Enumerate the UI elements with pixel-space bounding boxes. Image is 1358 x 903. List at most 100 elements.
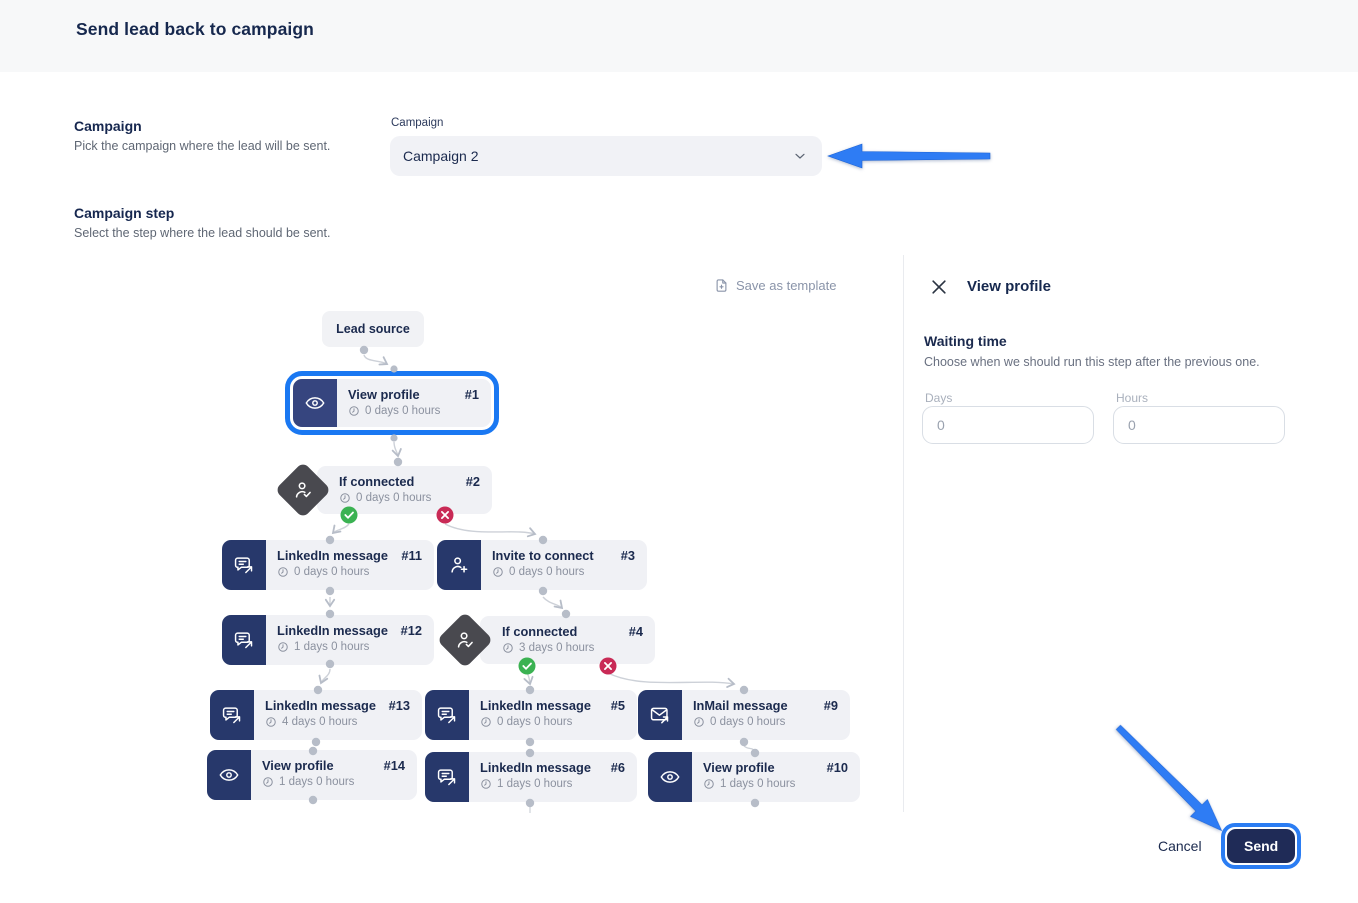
flow-node-linkedin-message-12[interactable]: LinkedIn message #12 1 days 0 hours <box>222 615 434 665</box>
cancel-button[interactable]: Cancel <box>1158 838 1202 854</box>
eye-icon <box>207 750 251 800</box>
flow-node-lead-source[interactable]: Lead source <box>322 311 424 347</box>
clock-icon <box>703 778 715 790</box>
node-number: #10 <box>827 760 848 775</box>
node-wait: 1 days 0 hours <box>497 778 572 790</box>
flow-panel-divider <box>903 255 904 812</box>
campaign-step-section-desc: Select the step where the lead should be… <box>74 226 330 240</box>
chat-arrow-icon <box>425 690 469 740</box>
node-number: #3 <box>621 548 635 563</box>
flow-node-linkedin-message-5[interactable]: LinkedIn message #5 0 days 0 hours <box>425 690 637 740</box>
node-title: View profile <box>703 760 775 775</box>
flow-node-invite-to-connect-3[interactable]: Invite to connect #3 0 days 0 hours <box>437 540 647 590</box>
clock-icon <box>265 716 277 728</box>
annotation-arrow-send <box>1108 717 1232 841</box>
campaign-select[interactable]: Campaign 2 <box>390 136 822 176</box>
node-number: #9 <box>824 698 838 713</box>
node-wait: 1 days 0 hours <box>294 641 369 653</box>
node-title: LinkedIn message <box>277 548 388 563</box>
flow-node-if-connected-4[interactable]: If connected #4 3 days 0 hours <box>480 616 655 664</box>
clock-icon <box>348 405 360 417</box>
hours-label: Hours <box>1116 391 1148 405</box>
clock-icon <box>277 641 289 653</box>
node-wait: 0 days 0 hours <box>294 566 369 578</box>
days-label: Days <box>925 391 952 405</box>
campaign-select-value: Campaign 2 <box>403 148 792 164</box>
flow-node-view-profile-1[interactable]: View profile #1 0 days 0 hours <box>293 379 491 427</box>
node-title: View profile <box>262 758 334 773</box>
hours-input[interactable] <box>1113 406 1285 444</box>
node-wait: 1 days 0 hours <box>720 778 795 790</box>
annotation-arrow-campaign <box>826 143 992 169</box>
flow-node-linkedin-message-13[interactable]: LinkedIn message #13 4 days 0 hours <box>210 690 422 740</box>
node-title: InMail message <box>693 698 788 713</box>
flow-node-linkedin-message-11[interactable]: LinkedIn message #11 0 days 0 hours <box>222 540 434 590</box>
envelope-arrow-icon <box>638 690 682 740</box>
clock-icon <box>492 566 504 578</box>
flow-node-view-profile-14[interactable]: View profile #14 1 days 0 hours <box>207 750 417 800</box>
clock-icon <box>480 778 492 790</box>
flow-node-linkedin-message-6[interactable]: LinkedIn message #6 1 days 0 hours <box>425 752 637 802</box>
node-wait: 3 days 0 hours <box>519 642 594 654</box>
node-number: #5 <box>611 698 625 713</box>
send-button[interactable]: Send <box>1227 829 1295 863</box>
node-title: Invite to connect <box>492 548 594 563</box>
clock-icon <box>262 776 274 788</box>
node-title: View profile <box>348 387 420 402</box>
node-title: If connected <box>339 474 414 489</box>
node-wait: 4 days 0 hours <box>282 716 357 728</box>
clock-icon <box>480 716 492 728</box>
flow-node-if-connected-2[interactable]: If connected #2 0 days 0 hours <box>317 466 492 514</box>
campaign-step-section-label: Campaign step <box>74 205 174 221</box>
campaign-section-desc: Pick the campaign where the lead will be… <box>74 139 330 153</box>
waiting-time-heading: Waiting time <box>924 333 1007 349</box>
node-number: #6 <box>611 760 625 775</box>
node-number: #1 <box>465 387 479 402</box>
chat-arrow-icon <box>210 690 254 740</box>
chat-arrow-icon <box>425 752 469 802</box>
node-wait: 0 days 0 hours <box>356 492 431 504</box>
flow-node-view-profile-10[interactable]: View profile #10 1 days 0 hours <box>648 752 860 802</box>
node-title: If connected <box>502 624 577 639</box>
node-wait: 0 days 0 hours <box>509 566 584 578</box>
flow-node-inmail-message-9[interactable]: InMail message #9 0 days 0 hours <box>638 690 850 740</box>
node-wait: 0 days 0 hours <box>497 716 572 728</box>
file-plus-icon <box>714 278 729 293</box>
node-title: LinkedIn message <box>277 623 388 638</box>
close-icon[interactable] <box>929 277 949 297</box>
node-number: #11 <box>401 548 422 563</box>
node-number: #4 <box>629 624 643 639</box>
days-input[interactable] <box>922 406 1094 444</box>
save-as-template-button[interactable]: Save as template <box>714 278 836 293</box>
node-title: LinkedIn message <box>265 698 376 713</box>
node-wait: 0 days 0 hours <box>365 405 440 417</box>
page-title: Send lead back to campaign <box>76 19 314 40</box>
node-number: #14 <box>384 758 405 773</box>
send-button-highlight: Send <box>1221 823 1301 869</box>
clock-icon <box>502 642 514 654</box>
selected-node-ring: View profile #1 0 days 0 hours <box>285 371 499 435</box>
clock-icon <box>277 566 289 578</box>
person-plus-icon <box>437 540 481 590</box>
node-number: #2 <box>466 474 480 489</box>
clock-icon <box>693 716 705 728</box>
save-as-template-label: Save as template <box>736 278 836 293</box>
lead-source-label: Lead source <box>336 322 410 336</box>
node-wait: 1 days 0 hours <box>279 776 354 788</box>
eye-icon <box>648 752 692 802</box>
waiting-time-description: Choose when we should run this step afte… <box>924 355 1260 369</box>
campaign-section-label: Campaign <box>74 118 142 134</box>
campaign-select-label: Campaign <box>391 117 443 129</box>
node-number: #12 <box>401 623 422 638</box>
clock-icon <box>339 492 351 504</box>
chevron-down-icon <box>792 148 808 164</box>
chat-arrow-icon <box>222 540 266 590</box>
eye-icon <box>293 379 337 427</box>
node-wait: 0 days 0 hours <box>710 716 785 728</box>
send-lead-modal: Send lead back to campaign Campaign Pick… <box>0 0 1358 903</box>
node-title: LinkedIn message <box>480 698 591 713</box>
node-title: LinkedIn message <box>480 760 591 775</box>
node-number: #13 <box>389 698 410 713</box>
panel-title: View profile <box>967 278 1051 295</box>
chat-arrow-icon <box>222 615 266 665</box>
